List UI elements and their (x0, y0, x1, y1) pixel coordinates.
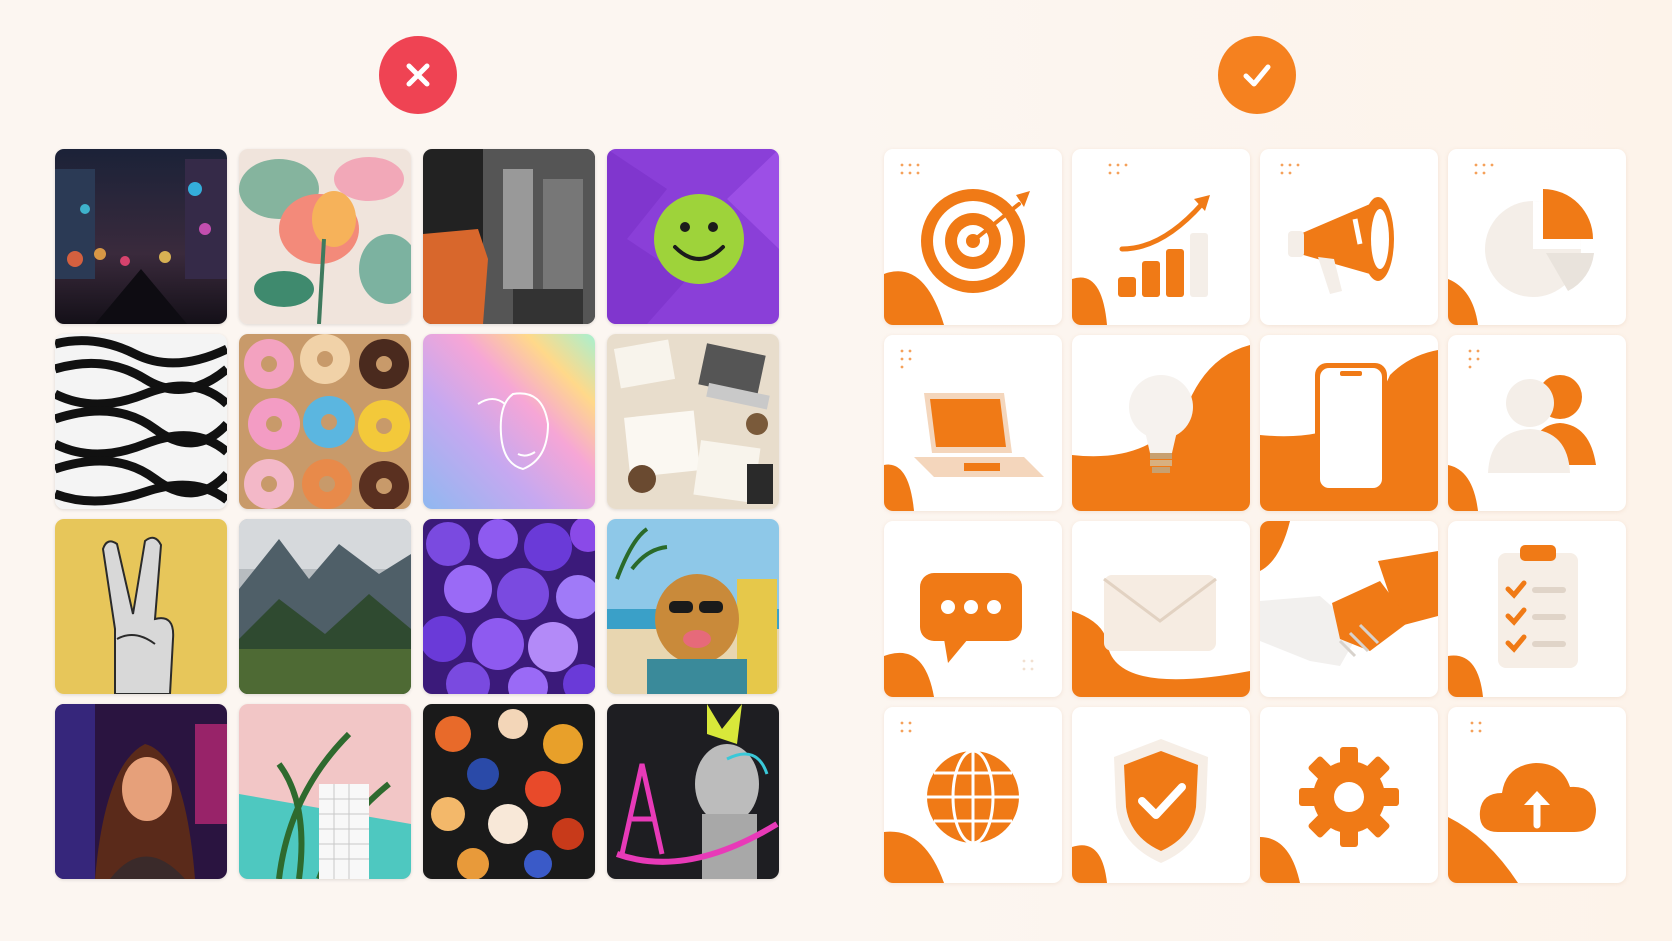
smiley-face-purple-paper (607, 149, 779, 324)
laptop-icon (884, 335, 1062, 511)
city-night-bokeh-photo (55, 149, 227, 324)
gear-icon (1260, 707, 1438, 883)
megaphone-icon (1260, 149, 1438, 325)
good-example-badge (1218, 36, 1296, 114)
statue-graffiti-collage (607, 704, 779, 879)
op-art-zebra-pattern (55, 334, 227, 509)
consistent-icons-grid (884, 149, 1626, 883)
checklist-icon (1448, 521, 1626, 697)
chat-bubble-icon (884, 521, 1062, 697)
desk-laptop-papers-photo (607, 334, 779, 509)
bad-example-badge (379, 36, 457, 114)
lightbulb-icon (1072, 335, 1250, 511)
shield-check-icon (1072, 707, 1250, 883)
cloud-upload-icon (1448, 707, 1626, 883)
bw-collage-torn-paper (423, 149, 595, 324)
inconsistent-images-grid (55, 149, 779, 879)
donuts-photo (239, 334, 411, 509)
pink-teal-plant-collage (239, 704, 411, 879)
close-icon (406, 63, 430, 87)
floral-illustration (239, 149, 411, 324)
pie-chart-icon (1448, 149, 1626, 325)
growth-chart-icon (1072, 149, 1250, 325)
dog-sunglasses-beach (607, 519, 779, 694)
neon-woman-portrait (55, 704, 227, 879)
purple-spheres-3d (423, 519, 595, 694)
users-icon (1448, 335, 1626, 511)
target-icon (884, 149, 1062, 325)
mountain-valley-photo (239, 519, 411, 694)
smartphone-icon (1260, 335, 1438, 511)
handshake-icon (1260, 521, 1438, 697)
checkmark-icon (1243, 64, 1271, 87)
holographic-gradient-face (423, 334, 595, 509)
globe-icon (884, 707, 1062, 883)
envelope-icon (1072, 521, 1250, 697)
halftone-peace-hand (55, 519, 227, 694)
abstract-paint-splatter (423, 704, 595, 879)
